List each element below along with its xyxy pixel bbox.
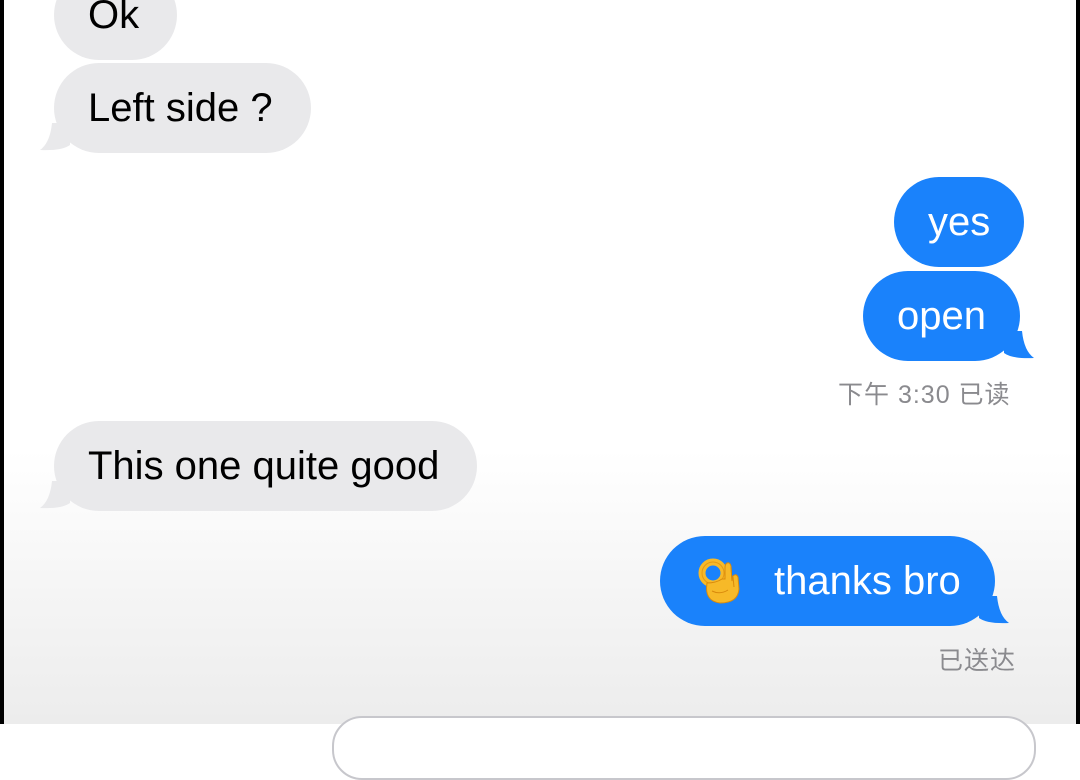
outgoing-message-bubble[interactable]: yes — [894, 177, 1025, 267]
right-frame-edge — [1076, 0, 1080, 724]
incoming-message-bubble[interactable]: This one quite good — [40, 421, 478, 511]
outgoing-message-bubble[interactable]: thanks bro — [660, 536, 1009, 626]
message-text: thanks bro — [774, 559, 961, 603]
ok-hand-icon — [698, 558, 740, 604]
bubble-tail — [40, 481, 70, 509]
left-frame-edge — [0, 0, 4, 724]
message-text: This one quite good — [88, 444, 440, 488]
outgoing-message-bubble[interactable]: open — [863, 271, 1034, 361]
bubble-tail — [1003, 331, 1034, 359]
message-input-field[interactable] — [332, 716, 1036, 780]
message-text: yes — [928, 200, 991, 244]
read-receipt: 下午 3:30 已读 — [838, 381, 1011, 409]
incoming-message-bubble[interactable]: Left side ? — [40, 63, 311, 153]
bubble-tail — [40, 123, 70, 151]
message-text: Ok — [88, 0, 140, 37]
message-text: open — [897, 294, 986, 338]
incoming-message-bubble[interactable]: Ok — [54, 0, 178, 60]
message-text: Left side ? — [88, 86, 273, 130]
bubble-tail — [978, 596, 1009, 624]
delivered-receipt: 已送达 — [938, 647, 1017, 675]
